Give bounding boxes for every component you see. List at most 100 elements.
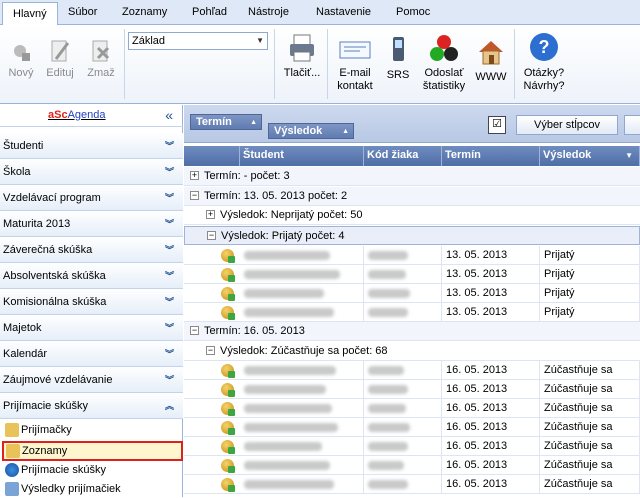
- collapse-icon[interactable]: −: [207, 231, 216, 240]
- chevron-down-icon: ︾: [164, 219, 174, 229]
- table-row[interactable]: 16. 05. 2013 Zúčastňuje sa: [184, 380, 640, 399]
- column-header-student[interactable]: Študent: [240, 146, 364, 166]
- group-row[interactable]: − Termín: 13. 05. 2013 počet: 2: [184, 187, 640, 206]
- send-statistics-button[interactable]: Odoslať štatistiky: [419, 33, 469, 93]
- column-header-vysledok[interactable]: Výsledok ▼: [540, 146, 640, 166]
- sidebar-item-kalendar[interactable]: Kalendár ︾: [0, 341, 183, 367]
- student-code-redacted: [368, 289, 410, 298]
- sidebar-item-vzdelavaci-program[interactable]: Vzdelávací program ︾: [0, 185, 183, 211]
- table-row[interactable]: 13. 05. 2013 Prijatý: [184, 246, 640, 265]
- cell-vysledok: Prijatý: [540, 265, 640, 283]
- student-code-redacted: [368, 423, 410, 432]
- cell-termin: 16. 05. 2013: [442, 361, 540, 379]
- tab-subor[interactable]: Súbor: [66, 0, 99, 25]
- collapse-icon[interactable]: −: [190, 326, 199, 335]
- cell-termin: 16. 05. 2013: [442, 418, 540, 436]
- group-label: Termín: 16. 05. 2013: [204, 325, 305, 337]
- sidebar-subitem-zoznamy[interactable]: Zoznamy: [2, 441, 183, 461]
- group-chip-termin[interactable]: Termín ▲: [190, 114, 262, 130]
- view-combo[interactable]: Základ ▼: [128, 32, 268, 50]
- cell-vysledok: Prijatý: [540, 303, 640, 321]
- edit-button[interactable]: Edituj: [44, 39, 76, 80]
- column-header-kod[interactable]: Kód žiaka: [364, 146, 442, 166]
- table-row[interactable]: 16. 05. 2013 Zúčastňuje sa: [184, 437, 640, 456]
- table-row[interactable]: 16. 05. 2013 Zúčastňuje sa: [184, 456, 640, 475]
- group-row[interactable]: − Výsledok: Zúčastňuje sa počet: 68: [184, 342, 640, 361]
- help-button[interactable]: ? Otázky? Návrhy?: [520, 31, 568, 93]
- group-chip-label: Termín: [196, 116, 232, 128]
- sidebar-item-studenti[interactable]: Študenti ︾: [0, 133, 183, 159]
- sidebar-item-zaujmove-vzdelavanie[interactable]: Záujmové vzdelávanie ︾: [0, 367, 183, 393]
- collapse-icon[interactable]: −: [190, 191, 199, 200]
- cell-termin: 16. 05. 2013: [442, 456, 540, 474]
- table-row[interactable]: 16. 05. 2013 Zúčastňuje sa: [184, 361, 640, 380]
- sort-asc-icon: ▲: [342, 128, 349, 135]
- table-row[interactable]: 13. 05. 2013 Prijatý: [184, 265, 640, 284]
- home-icon: [479, 41, 503, 65]
- column-chooser-button[interactable]: Výber stĺpcov: [516, 115, 618, 135]
- stats-label-1: Odoslať: [424, 67, 464, 79]
- more-button[interactable]: [624, 115, 640, 135]
- sidebar-subitem-label: Zoznamy: [22, 445, 68, 457]
- cell-vysledok: Zúčastňuje sa: [540, 361, 640, 379]
- sidebar-item-komisionalna-skuska[interactable]: Komisionálna skúška ︾: [0, 289, 183, 315]
- new-button[interactable]: Nový: [6, 39, 36, 80]
- checkbox-icon[interactable]: ☑: [488, 116, 506, 134]
- tab-nastroje[interactable]: Nástroje: [246, 0, 291, 25]
- sidebar-item-prijimacie-skusky[interactable]: Prijímacie skúšky ︽: [0, 393, 183, 419]
- tab-hlavny[interactable]: Hlavný: [2, 2, 58, 26]
- sidebar-item-maturita[interactable]: Maturita 2013 ︾: [0, 211, 183, 237]
- sidebar-item-majetok[interactable]: Majetok ︾: [0, 315, 183, 341]
- column-header-expand: [184, 146, 240, 166]
- cell-vysledok: Zúčastňuje sa: [540, 456, 640, 474]
- table-row[interactable]: 16. 05. 2013 Zúčastňuje sa: [184, 418, 640, 437]
- group-row[interactable]: − Výsledok: Prijatý počet: 4: [184, 226, 640, 245]
- sidebar-subitem-prijimacie-skusky[interactable]: Prijímacie skúšky: [3, 461, 181, 479]
- sidebar-item-absolventska-skuska[interactable]: Absolventská skúška ︾: [0, 263, 183, 289]
- chevron-down-icon: ︾: [164, 375, 174, 385]
- group-row[interactable]: − Termín: 16. 05. 2013: [184, 322, 640, 341]
- column-header-termin[interactable]: Termín: [442, 146, 540, 166]
- cell-termin: 16. 05. 2013: [442, 475, 540, 493]
- group-row[interactable]: + Výsledok: Neprijatý počet: 50: [184, 206, 640, 225]
- group-by-panel: Termín ▲ Výsledok ▲ ☑ Výber stĺpcov: [184, 105, 640, 143]
- chevron-down-icon: ▼: [625, 151, 633, 160]
- cell-vysledok: Zúčastňuje sa: [540, 399, 640, 417]
- table-row[interactable]: 16. 05. 2013 Zúčastňuje sa: [184, 475, 640, 494]
- tab-pohlad[interactable]: Pohľad: [190, 0, 229, 25]
- person-icon: [221, 440, 235, 454]
- tab-zoznamy[interactable]: Zoznamy: [120, 0, 169, 25]
- student-name-redacted: [244, 308, 334, 317]
- table-row[interactable]: 13. 05. 2013 Prijatý: [184, 303, 640, 322]
- group-row[interactable]: + Termín: - počet: 3: [184, 167, 640, 186]
- chevron-down-icon: ︾: [164, 323, 174, 333]
- table-row[interactable]: 13. 05. 2013 Prijatý: [184, 284, 640, 303]
- tab-nastavenie[interactable]: Nastavenie: [314, 0, 373, 25]
- print-button[interactable]: Tlačiť...: [282, 33, 322, 80]
- group-chip-vysledok[interactable]: Výsledok ▲: [268, 123, 354, 139]
- view-combo-value: Základ: [132, 35, 166, 47]
- table-row[interactable]: 16. 05. 2013 Zúčastňuje sa: [184, 399, 640, 418]
- sidebar-item-skola[interactable]: Škola ︾: [0, 159, 183, 185]
- sidebar-subitem-prijimacky[interactable]: Prijímačky: [3, 421, 181, 439]
- person-icon: [221, 478, 235, 492]
- delete-button[interactable]: Zmaž: [84, 39, 118, 80]
- expand-icon[interactable]: +: [190, 171, 199, 180]
- chevron-down-icon: ︾: [164, 167, 174, 177]
- person-icon: [221, 364, 235, 378]
- expand-icon[interactable]: +: [206, 210, 215, 219]
- brand-suffix: Agenda: [67, 109, 106, 121]
- cell-termin: 16. 05. 2013: [442, 437, 540, 455]
- www-button[interactable]: WWW: [474, 37, 508, 84]
- brand-logo[interactable]: aScAgenda: [48, 109, 106, 121]
- collapse-sidebar-icon[interactable]: «: [165, 107, 173, 123]
- sidebar-item-zaverecna-skuska[interactable]: Záverečná skúška ︾: [0, 237, 183, 263]
- sidebar-subitem-vysledky[interactable]: Výsledky prijímačiek: [3, 480, 181, 498]
- group-label: Výsledok: Neprijatý počet: 50: [220, 209, 363, 221]
- collapse-icon[interactable]: −: [206, 346, 215, 355]
- chevron-down-icon: ︾: [164, 245, 174, 255]
- tab-pomoc[interactable]: Pomoc: [394, 0, 432, 25]
- email-contact-button[interactable]: E-mail kontakt: [334, 37, 376, 93]
- person-icon: [221, 421, 235, 435]
- srs-button[interactable]: SRS: [383, 35, 413, 82]
